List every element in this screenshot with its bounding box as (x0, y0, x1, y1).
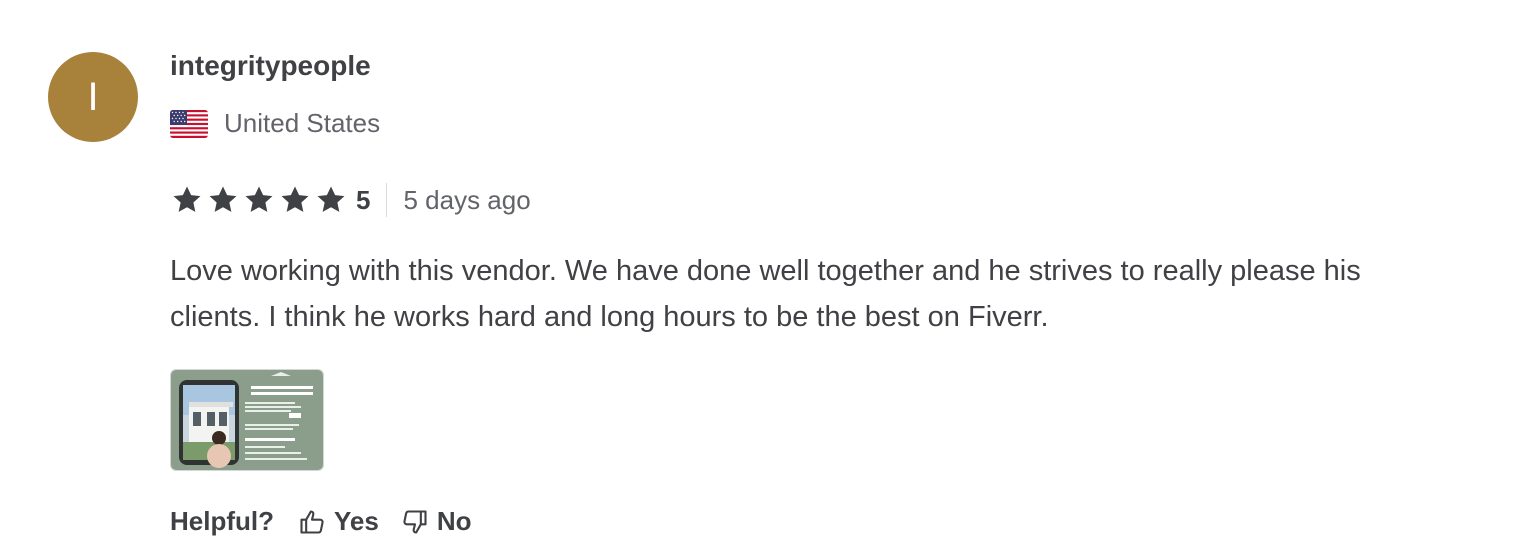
rating-row: 5 5 days ago (170, 183, 531, 217)
us-flag-icon (170, 109, 208, 138)
avatar-initial: I (87, 74, 99, 119)
helpful-prompt: Helpful? (170, 506, 274, 536)
country-name: United States (224, 108, 381, 138)
thumbs-down-icon (403, 509, 427, 534)
helpful-yes-button[interactable]: Yes (298, 506, 379, 537)
helpful-no-button[interactable]: No (401, 506, 472, 537)
star-icon (281, 186, 309, 212)
star-icon (173, 186, 201, 212)
reviewer-country: United States (170, 108, 380, 139)
review-text: Love working with this vendor. We have d… (170, 255, 1361, 333)
no-label: No (436, 506, 472, 536)
star-rating (170, 183, 348, 217)
review-date: 5 days ago (403, 184, 531, 215)
thumbs-up-icon (300, 509, 324, 534)
yes-label: Yes (334, 506, 379, 536)
rating-divider (386, 183, 388, 217)
star-icon (209, 186, 237, 212)
rating-score: 5 (356, 184, 371, 215)
user-avatar[interactable]: I (48, 52, 138, 142)
star-icon (317, 186, 345, 212)
review-attachment-thumbnail[interactable] (170, 369, 324, 471)
helpful-row: Helpful? Yes No (170, 506, 472, 537)
reviewer-username[interactable]: integritypeople (170, 50, 371, 82)
attachment-image (171, 370, 323, 470)
star-icon (245, 186, 273, 212)
